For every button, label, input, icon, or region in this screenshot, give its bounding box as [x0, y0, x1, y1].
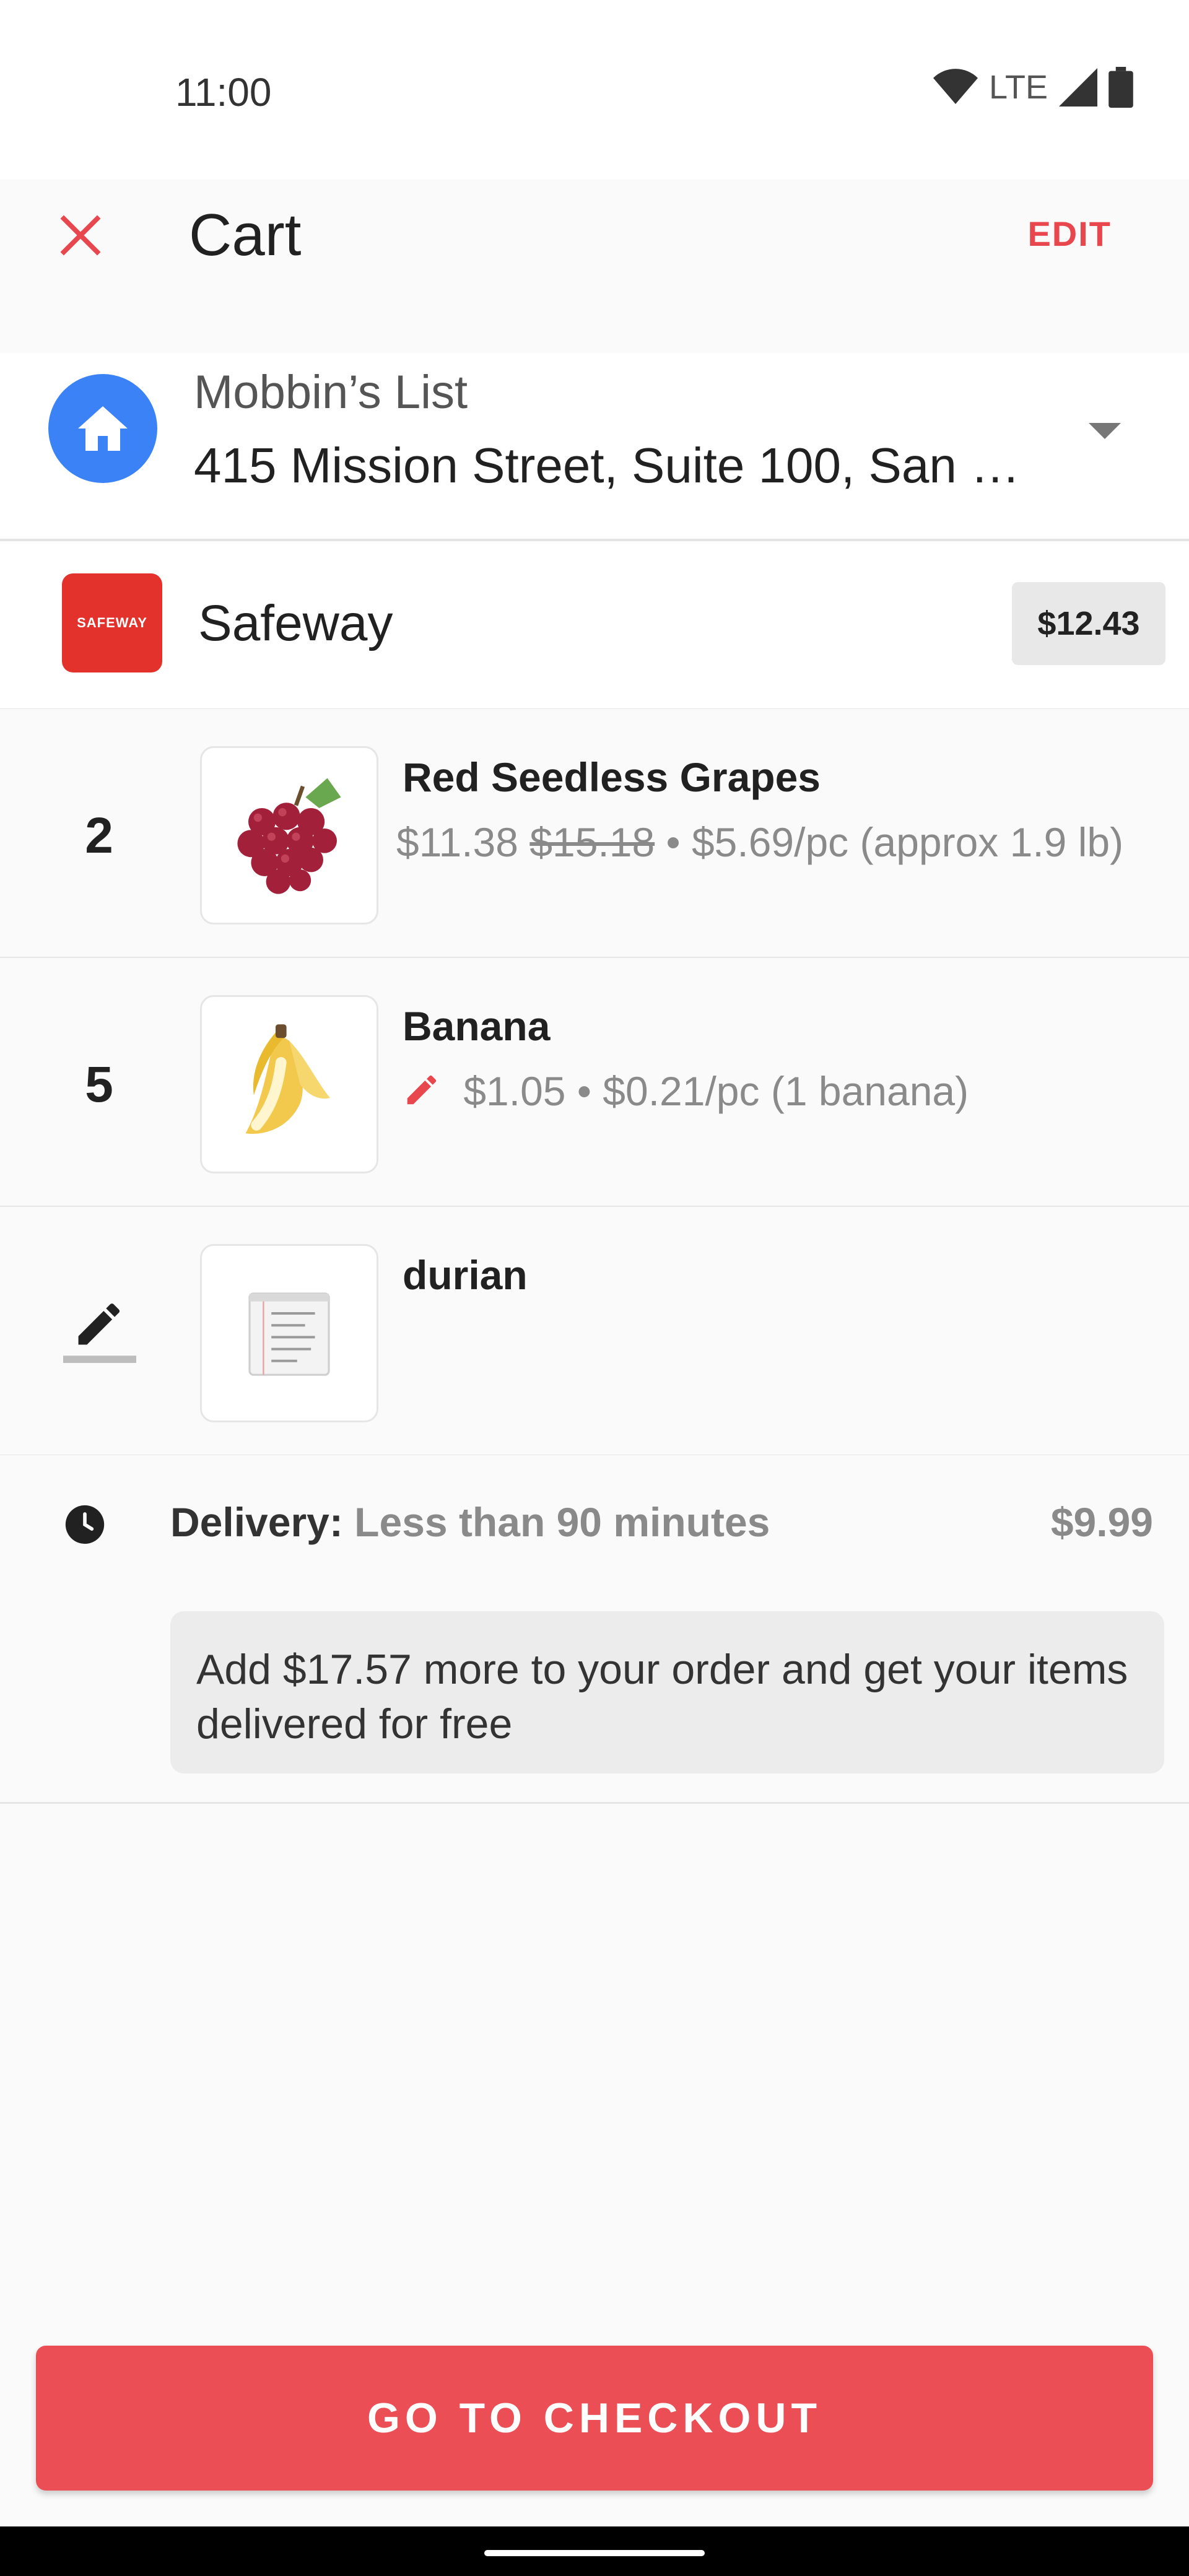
- close-icon: [60, 215, 101, 256]
- item-price: $11.38: [396, 819, 518, 865]
- store-name: Safeway: [198, 595, 393, 651]
- battery-icon: [1108, 67, 1133, 108]
- item-unit-info: • $5.69/pc (approx 1.9 lb): [666, 819, 1124, 865]
- banana-icon: [245, 1024, 330, 1134]
- promo-text: Add $17.57 more to your order and get yo…: [196, 1646, 1128, 1747]
- delivery-fee: $9.99: [1050, 1499, 1153, 1545]
- close-button[interactable]: [43, 198, 118, 272]
- item-name: durian: [403, 1252, 528, 1298]
- grapes-icon: [237, 778, 341, 894]
- status-icons: LTE: [933, 67, 1133, 108]
- item-name: Banana: [403, 1003, 551, 1049]
- edit-button[interactable]: EDIT: [1027, 214, 1112, 254]
- delivery-eta: Delivery: Less than 90 minutes: [170, 1499, 770, 1546]
- edit-quantity-button[interactable]: [63, 1291, 136, 1368]
- item-unit-info: • $0.21/pc (1 banana): [577, 1068, 969, 1114]
- item-thumbnail: [200, 1244, 378, 1422]
- item-quantity[interactable]: 2: [37, 807, 161, 865]
- item-price-line: $1.05 • $0.21/pc (1 banana): [403, 1068, 1139, 1115]
- item-original-price: $15.18: [529, 819, 655, 865]
- store-row: [0, 541, 1189, 710]
- store-total-badge: $12.43: [1012, 582, 1165, 665]
- signal-icon: [1059, 68, 1097, 107]
- pencil-icon: [407, 1075, 437, 1105]
- network-type: LTE: [988, 69, 1048, 106]
- checkout-label: GO TO CHECKOUT: [367, 2395, 822, 2442]
- clock-icon: [64, 1503, 106, 1549]
- item-thumbnail: [200, 995, 378, 1173]
- home-gesture-handle[interactable]: [484, 2550, 705, 2556]
- checkout-button[interactable]: GO TO CHECKOUT: [36, 2346, 1153, 2491]
- chevron-down-icon[interactable]: [1089, 423, 1121, 439]
- status-time: 11:00: [175, 70, 272, 115]
- pencil-icon: [63, 1303, 136, 1364]
- item-quantity[interactable]: 5: [37, 1056, 161, 1114]
- safeway-logo: SAFEWAY: [62, 573, 162, 672]
- item-price-line: $11.38 $15.18 • $5.69/pc (approx 1.9 lb): [396, 819, 1133, 866]
- store-logo-text: SAFEWAY: [77, 615, 147, 630]
- cart-item-row[interactable]: [0, 1207, 1189, 1456]
- notepad-icon: [248, 1292, 330, 1376]
- home-icon: [78, 406, 128, 451]
- list-name: Mobbin’s List: [194, 366, 468, 419]
- item-name: Red Seedless Grapes: [403, 754, 821, 800]
- delivery-label: Delivery:: [170, 1499, 343, 1545]
- home-avatar: [48, 374, 157, 483]
- page-title: Cart: [189, 202, 302, 268]
- item-thumbnail: [200, 746, 378, 925]
- delivery-address: 415 Mission Street, Suite 100, San Franc…: [194, 438, 1042, 493]
- wifi-icon: [933, 69, 978, 104]
- free-delivery-promo: Add $17.57 more to your order and get yo…: [170, 1611, 1164, 1773]
- item-price: $1.05: [463, 1068, 566, 1114]
- delivery-eta-value: Less than 90 minutes: [354, 1499, 770, 1545]
